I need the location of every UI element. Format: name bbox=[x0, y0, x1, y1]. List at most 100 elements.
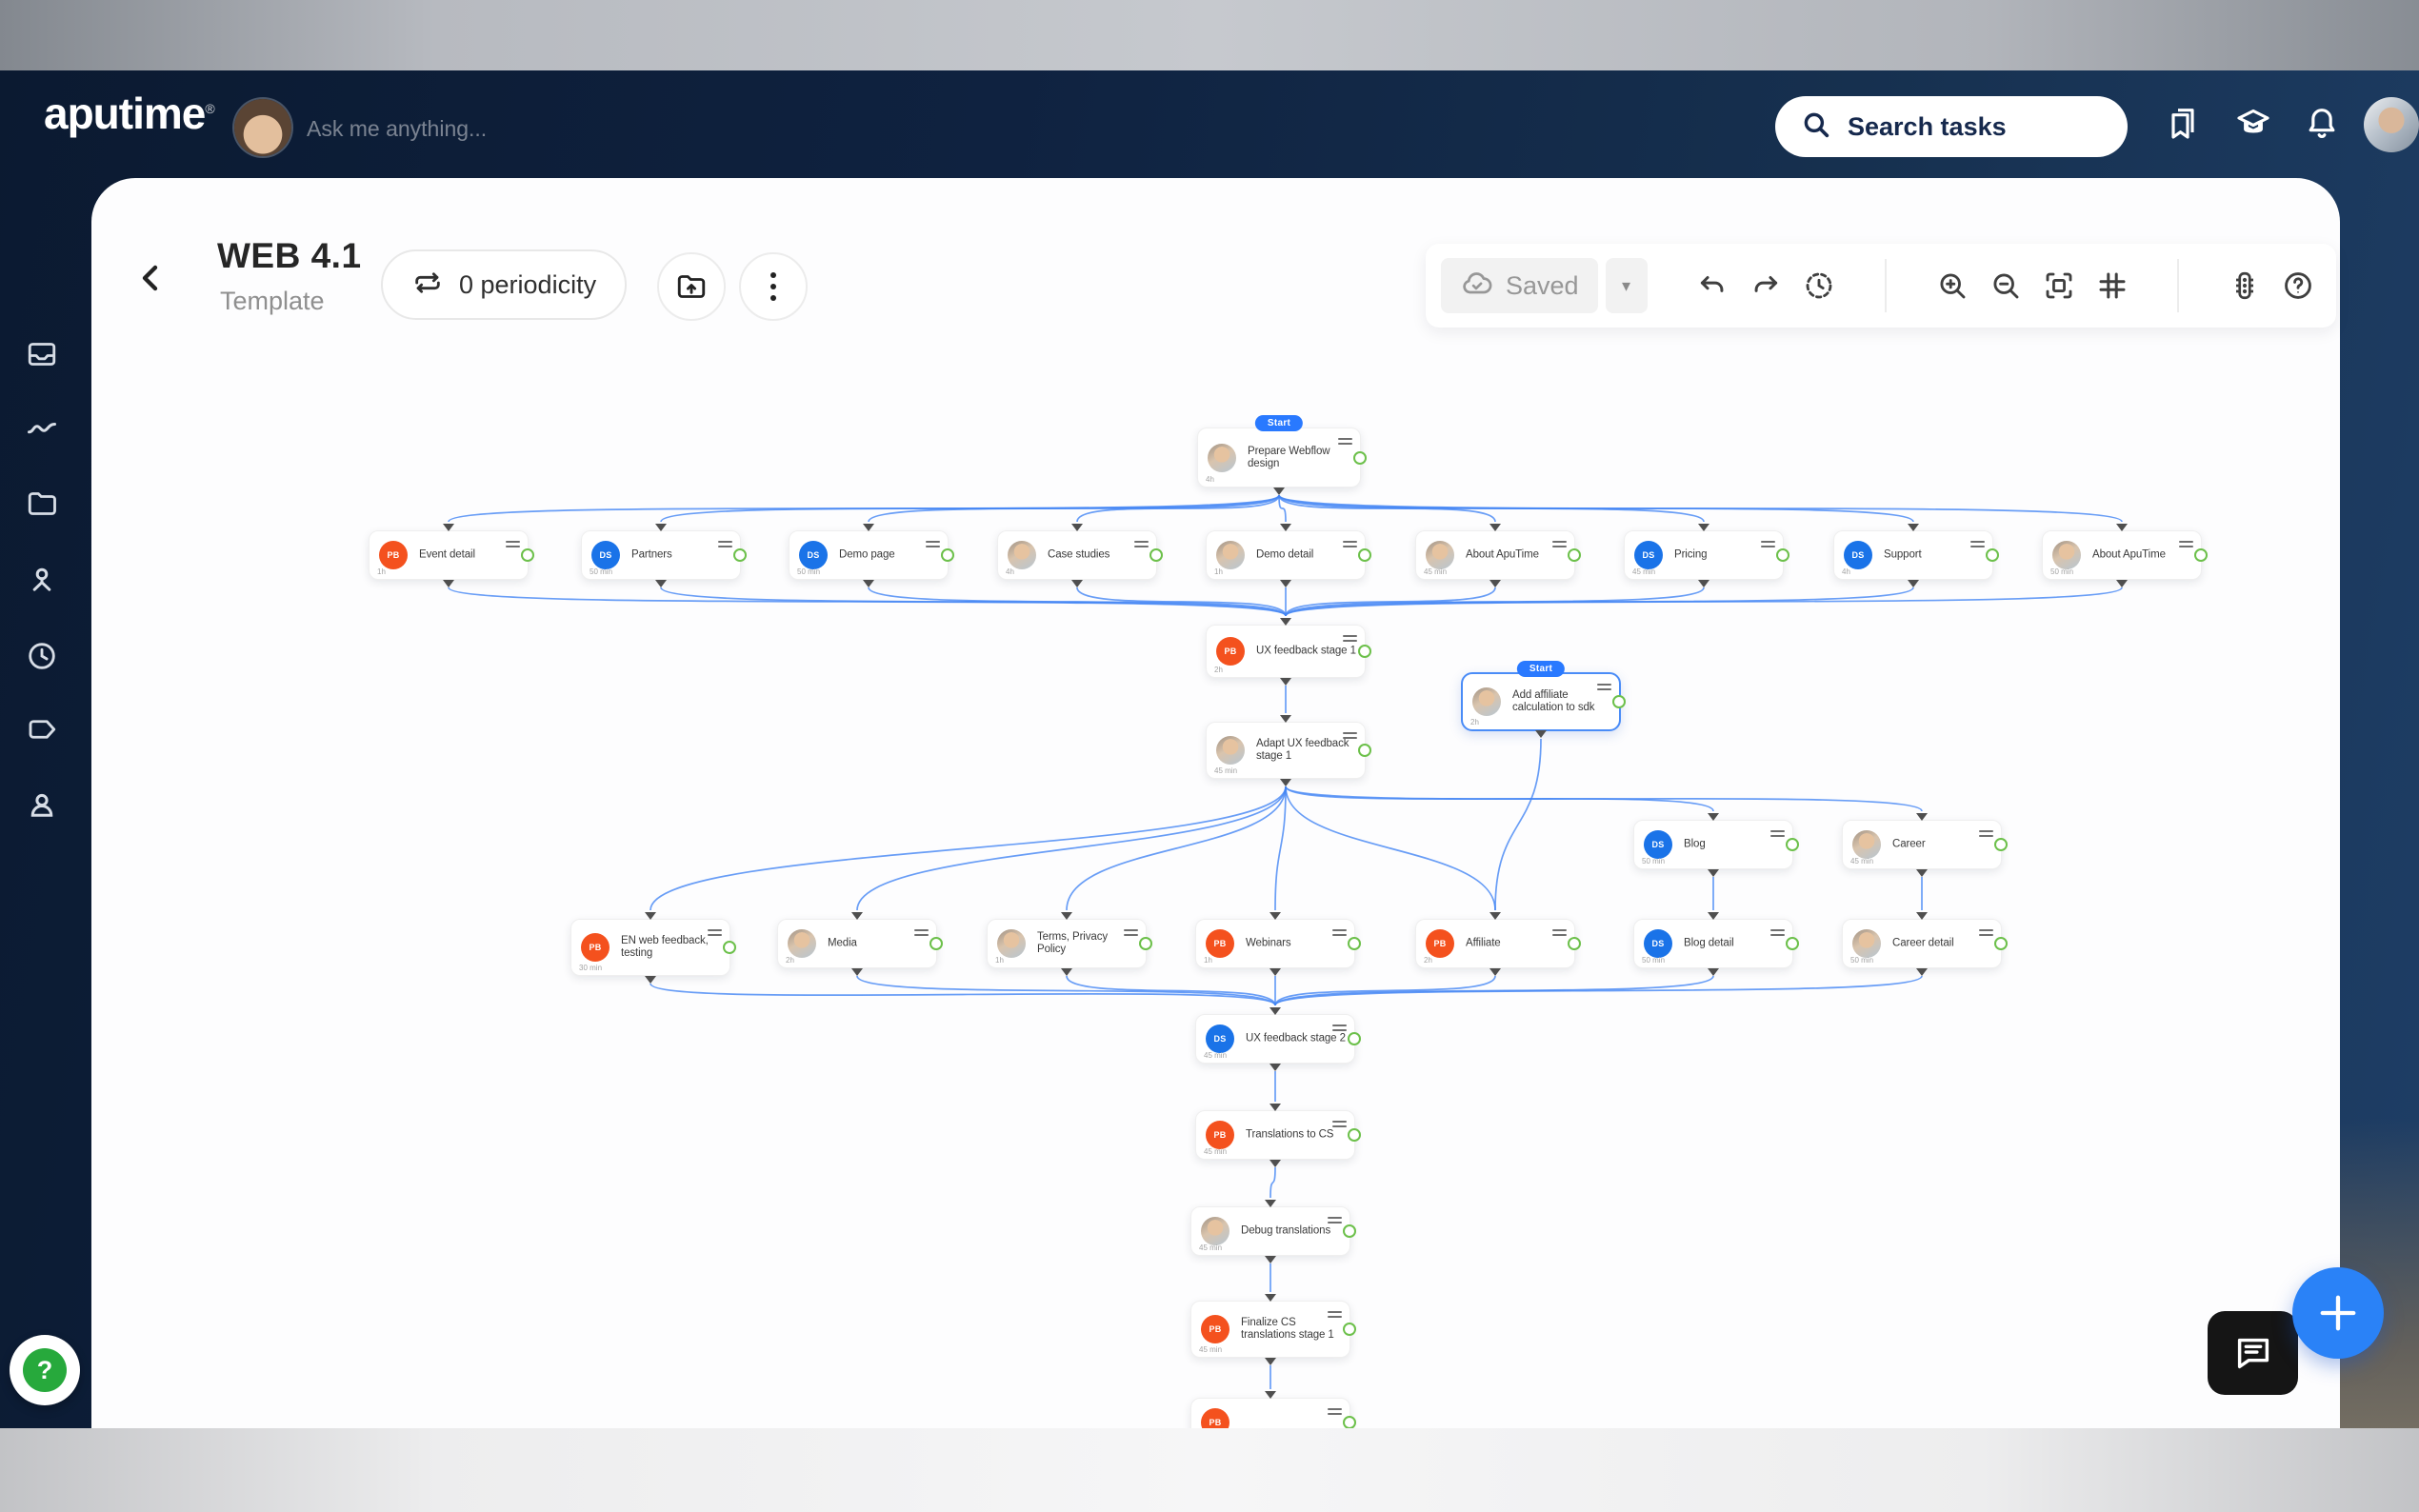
node-output-port[interactable] bbox=[1568, 937, 1581, 950]
node-menu-icon[interactable] bbox=[1332, 926, 1347, 939]
node-output-port[interactable] bbox=[521, 548, 534, 562]
node-output-port[interactable] bbox=[1568, 548, 1581, 562]
node-output-port[interactable] bbox=[1358, 548, 1371, 562]
task-node-ux1[interactable]: PBUX feedback stage 12h bbox=[1206, 625, 1366, 678]
node-output-port[interactable] bbox=[930, 937, 943, 950]
workflow-canvas[interactable]: StartPrepare Webflow design4h PBEvent det… bbox=[91, 178, 2340, 1428]
node-menu-icon[interactable] bbox=[1328, 1308, 1342, 1321]
task-node-case-studies[interactable]: Case studies4h bbox=[997, 530, 1157, 580]
node-output-port[interactable] bbox=[1776, 548, 1789, 562]
node-output-port[interactable] bbox=[1612, 695, 1626, 708]
chat-button[interactable] bbox=[2208, 1311, 2298, 1395]
task-node-webinars[interactable]: PBWebinars1h bbox=[1195, 919, 1355, 968]
node-menu-icon[interactable] bbox=[1761, 538, 1775, 550]
task-node-about-aputime-1[interactable]: About ApuTime45 min bbox=[1415, 530, 1575, 580]
node-menu-icon[interactable] bbox=[1124, 926, 1138, 939]
task-node-demo-detail[interactable]: Demo detail1h bbox=[1206, 530, 1366, 580]
task-node-blog-detail[interactable]: DSBlog detail50 min bbox=[1633, 919, 1793, 968]
node-menu-icon[interactable] bbox=[1979, 827, 1993, 840]
node-output-port[interactable] bbox=[1343, 1416, 1356, 1428]
node-menu-icon[interactable] bbox=[708, 926, 722, 939]
task-node-career-detail[interactable]: Career detail50 min bbox=[1842, 919, 2002, 968]
node-menu-icon[interactable] bbox=[1332, 1022, 1347, 1034]
node-output-port[interactable] bbox=[1786, 937, 1799, 950]
node-menu-icon[interactable] bbox=[1979, 926, 1993, 939]
node-output-port[interactable] bbox=[733, 548, 747, 562]
user-avatar[interactable] bbox=[2364, 97, 2419, 152]
task-node-debug[interactable]: Debug translations45 min bbox=[1190, 1206, 1350, 1256]
task-node-finalize[interactable]: PBFinalize CS translations stage 145 min bbox=[1190, 1301, 1350, 1358]
node-output-port[interactable] bbox=[1343, 1323, 1356, 1336]
node-output-port[interactable] bbox=[1353, 451, 1367, 465]
learning-icon[interactable] bbox=[2234, 104, 2272, 142]
node-menu-icon[interactable] bbox=[506, 538, 520, 550]
node-menu-icon[interactable] bbox=[1770, 827, 1785, 840]
node-menu-icon[interactable] bbox=[1328, 1214, 1342, 1226]
node-menu-icon[interactable] bbox=[1343, 729, 1357, 742]
task-node-partners[interactable]: DSPartners50 min bbox=[581, 530, 741, 580]
sidebar-time-icon[interactable] bbox=[25, 639, 59, 673]
task-node-event-detail[interactable]: PBEvent detail1h bbox=[369, 530, 529, 580]
node-output-port[interactable] bbox=[1786, 838, 1799, 851]
node-menu-icon[interactable] bbox=[1343, 538, 1357, 550]
node-menu-icon[interactable] bbox=[2179, 538, 2193, 550]
node-output-port[interactable] bbox=[1986, 548, 1999, 562]
node-output-port[interactable] bbox=[1139, 937, 1152, 950]
task-node-affiliate[interactable]: PBAffiliate2h bbox=[1415, 919, 1575, 968]
ask-anything-input[interactable]: Ask me anything... bbox=[307, 116, 487, 142]
task-node-add-affiliate[interactable]: StartAdd affiliate calculation to sdk2h bbox=[1461, 672, 1621, 731]
node-output-port[interactable] bbox=[941, 548, 954, 562]
task-node-career[interactable]: Career45 min bbox=[1842, 820, 2002, 869]
sidebar-projects-folder-icon[interactable] bbox=[25, 487, 59, 521]
node-output-port[interactable] bbox=[1348, 1128, 1361, 1142]
node-output-port[interactable] bbox=[1994, 838, 2008, 851]
task-node-demo-page[interactable]: DSDemo page50 min bbox=[789, 530, 949, 580]
task-node-terms[interactable]: Terms, Privacy Policy1h bbox=[987, 919, 1147, 968]
sidebar-trend-icon[interactable] bbox=[25, 411, 59, 446]
node-menu-icon[interactable] bbox=[1134, 538, 1149, 550]
task-node-bottom-clipped[interactable]: PB bbox=[1190, 1398, 1350, 1428]
node-output-port[interactable] bbox=[2194, 548, 2208, 562]
task-node-en-web[interactable]: PBEN web feedback, testing30 min bbox=[570, 919, 730, 976]
sidebar-person-icon[interactable] bbox=[25, 787, 59, 822]
help-button[interactable]: ? bbox=[10, 1335, 80, 1405]
search-input[interactable]: Search tasks bbox=[1775, 96, 2128, 157]
node-menu-icon[interactable] bbox=[1338, 435, 1352, 448]
node-output-port[interactable] bbox=[1358, 645, 1371, 658]
sidebar-tag-icon[interactable] bbox=[25, 712, 59, 746]
sidebar-workflow-icon[interactable] bbox=[25, 563, 59, 597]
node-menu-icon[interactable] bbox=[1343, 632, 1357, 645]
node-menu-icon[interactable] bbox=[1970, 538, 1985, 550]
node-output-port[interactable] bbox=[1150, 548, 1163, 562]
node-menu-icon[interactable] bbox=[1552, 926, 1567, 939]
add-task-button[interactable] bbox=[2292, 1267, 2384, 1359]
node-output-port[interactable] bbox=[723, 941, 736, 954]
node-output-port[interactable] bbox=[1358, 744, 1371, 757]
node-menu-icon[interactable] bbox=[1552, 538, 1567, 550]
node-menu-icon[interactable] bbox=[914, 926, 929, 939]
task-node-adapt-ux[interactable]: Adapt UX feedback stage 145 min bbox=[1206, 722, 1366, 779]
task-node-about-aputime-2[interactable]: About ApuTime50 min bbox=[2042, 530, 2202, 580]
task-node-pricing[interactable]: DSPricing45 min bbox=[1624, 530, 1784, 580]
node-menu-icon[interactable] bbox=[1332, 1118, 1347, 1130]
bookmarks-icon[interactable] bbox=[2164, 104, 2202, 142]
sidebar-inbox-icon[interactable] bbox=[25, 337, 59, 371]
task-node-translations[interactable]: PBTranslations to CS45 min bbox=[1195, 1110, 1355, 1160]
node-output-port[interactable] bbox=[1343, 1224, 1356, 1238]
node-menu-icon[interactable] bbox=[926, 538, 940, 550]
node-output-port[interactable] bbox=[1348, 1032, 1361, 1045]
node-menu-icon[interactable] bbox=[1597, 681, 1611, 693]
task-node-blog[interactable]: DSBlog50 min bbox=[1633, 820, 1793, 869]
node-menu-icon[interactable] bbox=[1770, 926, 1785, 939]
notifications-bell-icon[interactable] bbox=[2303, 104, 2341, 142]
task-node-media[interactable]: Media2h bbox=[777, 919, 937, 968]
task-node-prepare[interactable]: StartPrepare Webflow design4h bbox=[1197, 428, 1361, 487]
task-node-support[interactable]: DSSupport4h bbox=[1833, 530, 1993, 580]
node-menu-icon[interactable] bbox=[1328, 1405, 1342, 1418]
node-menu-icon[interactable] bbox=[718, 538, 732, 550]
assistant-avatar[interactable] bbox=[234, 99, 291, 156]
node-output-port[interactable] bbox=[1994, 937, 2008, 950]
task-node-ux2[interactable]: DSUX feedback stage 245 min bbox=[1195, 1014, 1355, 1064]
node-output-arrow bbox=[1698, 580, 1709, 587]
node-output-port[interactable] bbox=[1348, 937, 1361, 950]
